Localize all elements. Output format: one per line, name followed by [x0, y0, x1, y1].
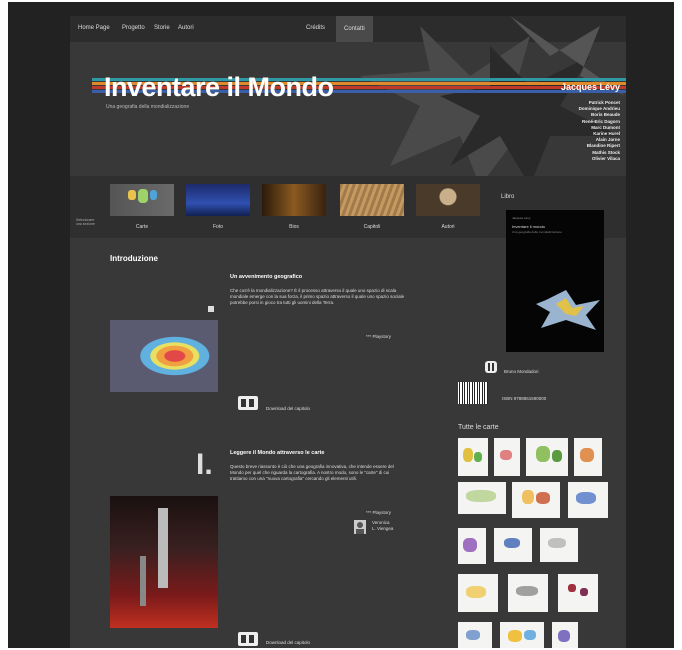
map-thumbnail[interactable] — [500, 622, 544, 648]
article-photo — [110, 320, 218, 392]
author-list: Patrick Poncet Dominique Andrieu Boris B… — [579, 100, 620, 162]
map-thumbnail[interactable] — [458, 482, 506, 514]
map-thumbnail[interactable] — [526, 438, 568, 476]
map-thumbnail[interactable] — [494, 438, 520, 476]
map-thumbnail[interactable] — [494, 528, 532, 562]
barcode — [458, 382, 488, 404]
author-avatar-icon — [354, 520, 366, 534]
nav-autori[interactable]: Autori — [178, 25, 194, 31]
foto-thumbnail — [186, 184, 250, 216]
download-icon[interactable] — [238, 396, 258, 410]
site-subtitle: Una geografia della mondializzazione — [106, 104, 190, 110]
map-thumbnail[interactable] — [574, 438, 602, 476]
browser-frame: Home Page Progetto Storie Autori Crédits… — [8, 2, 674, 648]
gallery-note: Selezionare una sezione — [76, 218, 95, 226]
map-thumbnail[interactable] — [458, 528, 486, 564]
chapter-number: I. — [196, 448, 213, 481]
autori-thumbnail — [416, 184, 480, 216]
isbn-text: ISBN 9788861590000 — [502, 396, 547, 401]
book-title: Inventare il mondo — [512, 224, 545, 229]
gallery-item-carte[interactable]: Carte — [110, 184, 174, 230]
map-thumbnail[interactable] — [568, 482, 608, 518]
article-body: Che cos'è la mondializzazione? È il proc… — [230, 288, 405, 305]
book-cover[interactable]: Jacques Lévy Inventare il mondo Una geog… — [506, 210, 604, 352]
gallery-item-capitoli[interactable]: Capitoli — [340, 184, 404, 230]
book-author: Jacques Lévy — [512, 216, 531, 220]
read-more-link[interactable]: *** Playstory — [366, 334, 391, 339]
publisher-name[interactable]: Bruno Mondadori — [504, 369, 539, 374]
main-author[interactable]: Jacques Lévy — [561, 82, 620, 92]
nav-storie[interactable]: Storie — [154, 25, 170, 31]
carte-thumbnail — [110, 184, 174, 216]
page: Home Page Progetto Storie Autori Crédits… — [70, 16, 626, 648]
map-thumbnail[interactable] — [512, 482, 560, 518]
article-title[interactable]: Un avvenimento geografico — [230, 274, 302, 280]
book-star-graphic — [536, 290, 600, 330]
map-thumbnail[interactable] — [540, 528, 578, 562]
gallery-item-autori[interactable]: Autori — [416, 184, 480, 230]
gallery-item-bios[interactable]: Bios — [262, 184, 326, 230]
author-tag[interactable]: Veronica L. Viengea — [372, 520, 393, 532]
gallery-item-foto[interactable]: Foto — [186, 184, 250, 230]
nav-home[interactable]: Home Page — [78, 25, 110, 31]
author-name[interactable]: René-Eric Dagorn — [579, 119, 620, 125]
book-subtitle: Una geografia della mondializzazione — [512, 230, 562, 234]
map-thumbnail[interactable] — [458, 574, 498, 612]
bios-thumbnail — [262, 184, 326, 216]
download-icon[interactable] — [238, 632, 258, 646]
read-more-link[interactable]: *** Playstory — [366, 510, 391, 515]
article-title[interactable]: Leggere il Mondo attraverso le carte — [230, 450, 324, 456]
article-photo — [110, 496, 218, 628]
article-body: Questo breve riassunto è ciò che una geo… — [230, 464, 394, 481]
libro-label: Libro — [501, 194, 515, 200]
map-thumbnail[interactable] — [458, 622, 492, 648]
download-link[interactable]: Download del capitolo — [266, 640, 310, 645]
section-heading: Introduzione — [110, 254, 158, 263]
map-thumbnail[interactable] — [552, 622, 578, 648]
site-title: Inventare il Mondo — [104, 72, 334, 102]
nav-progetto[interactable]: Progetto — [122, 25, 145, 31]
all-maps-heading: Tutte le carte — [458, 424, 499, 431]
map-thumbnail[interactable] — [558, 574, 598, 612]
capitoli-thumbnail — [340, 184, 404, 216]
nav-credits[interactable]: Crédits — [306, 25, 325, 31]
publisher-logo-icon — [485, 361, 497, 373]
download-link[interactable]: Download del capitolo — [266, 406, 310, 411]
author-name[interactable]: Olivier Vilaca — [579, 156, 620, 162]
map-thumbnail[interactable] — [458, 438, 488, 476]
bullet-icon — [208, 306, 214, 312]
map-thumbnail[interactable] — [508, 574, 548, 612]
